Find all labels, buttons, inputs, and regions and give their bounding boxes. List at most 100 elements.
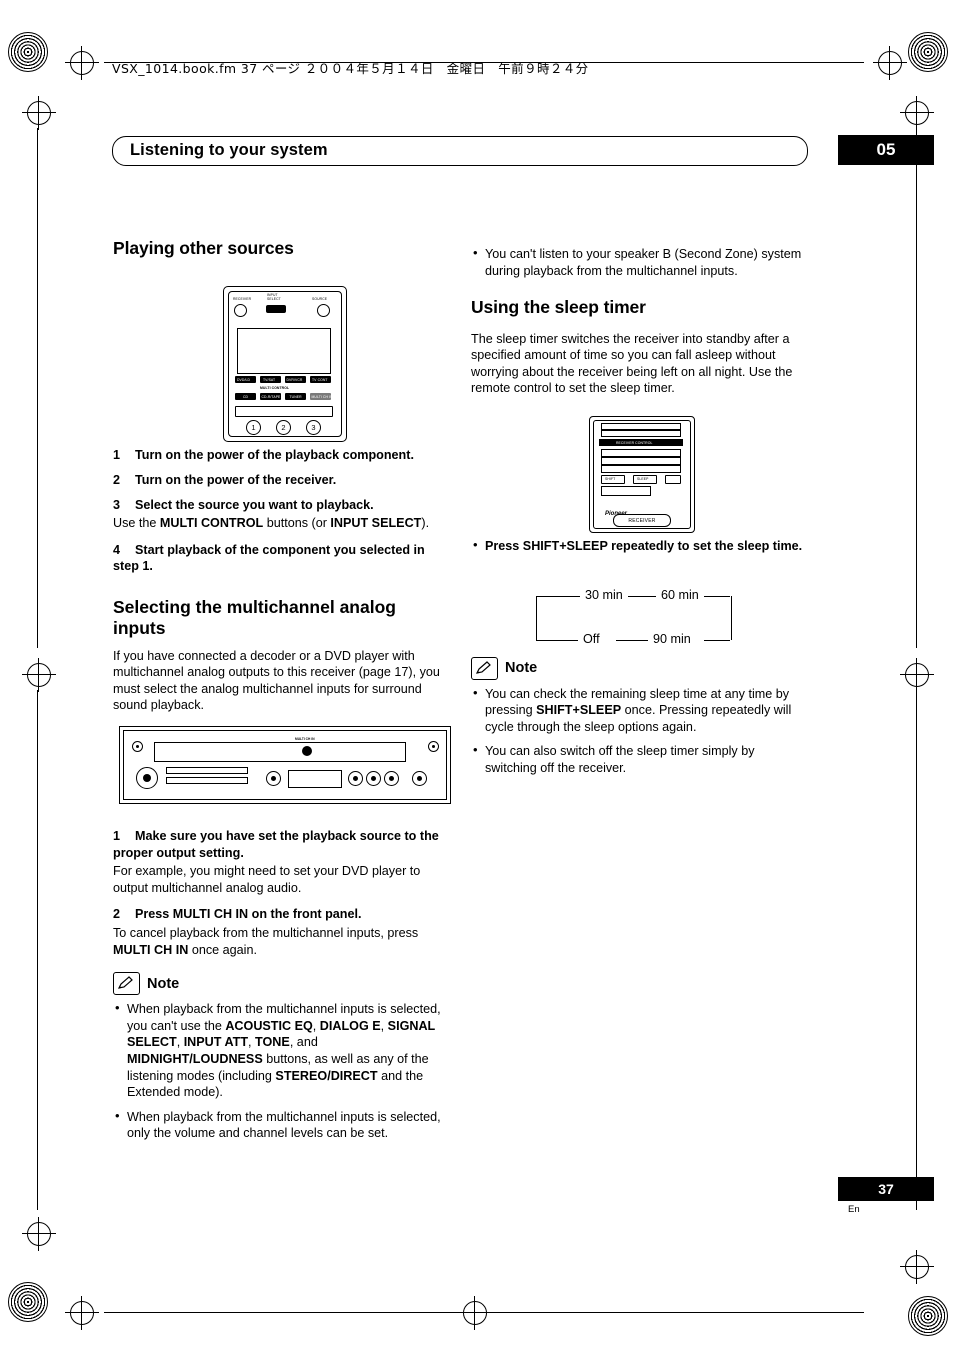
note-item: When playback from the multichannel inpu… [113, 1108, 449, 1142]
chapter-number-badge: 05 [838, 135, 934, 165]
shift-sleep-label: SHIFT+SLEEP [536, 703, 622, 718]
panel-small-row-a [166, 767, 248, 774]
remote-label-tv-cont: TV CONT [312, 377, 328, 382]
sep: , [176, 1035, 184, 1050]
acoustic-eq-label: ACOUSTIC EQ [225, 1018, 313, 1033]
remote-label-receiver: RECEIVER [233, 297, 252, 301]
receiver-oval-label: RECEIVER [628, 517, 656, 524]
tone-label: TONE [255, 1035, 290, 1050]
sep: , [312, 1018, 320, 1033]
sleep-diagram-top-line-right [702, 596, 730, 597]
panel-jack-3 [384, 771, 399, 786]
registration-mark-bottom-center [458, 1296, 492, 1330]
pencil-glyph [476, 660, 491, 674]
sleep-option-60min: 60 min [656, 588, 704, 602]
multi-control-label: MULTI CONTROL [159, 516, 264, 531]
remote-bottom-bar [235, 406, 333, 417]
step-3-playing: 3 Select the source you want to playback. [113, 497, 449, 514]
sleep-diagram-bottom-line-mid [616, 640, 650, 641]
remote-power-button[interactable] [234, 304, 247, 317]
remote2-label-receiver-control: RECEIVER CONTROL [616, 440, 653, 445]
bullet-text: Press SHIFT+SLEEP repeatedly to set the … [485, 538, 803, 553]
dialog-e-label: DIALOG E [319, 1018, 381, 1033]
sleep-option-off: Off [578, 632, 605, 646]
step-2-multich-substep: To cancel playback from the multichannel… [113, 925, 449, 958]
midnight-loudness-label: MIDNIGHT/LOUDNESS [127, 1051, 263, 1066]
note-header-right: Note [471, 656, 807, 680]
panel-button-group [288, 770, 342, 788]
heading-playing-other-sources: Playing other sources [113, 238, 294, 258]
panel-volume-knob[interactable] [136, 767, 158, 789]
halftone-mark-bottom-left [8, 1282, 48, 1322]
panel-display [154, 742, 406, 762]
panel-jack-2 [366, 771, 381, 786]
step-4-playing: 4 Start playback of the component you sel… [113, 542, 449, 575]
note-label: Note [505, 660, 538, 676]
paragraph-sleep-timer: The sleep timer switches the receiver in… [471, 331, 793, 396]
registration-mark-top-corner [22, 96, 56, 130]
file-info-text: VSX_1014.book.fm 37 ページ ２００４年５月１４日 金曜日 午… [112, 61, 589, 76]
remote-label-multi-control: MULTI CONTROL [260, 386, 290, 390]
callout-text: 2 [281, 423, 286, 432]
sep: , [248, 1035, 256, 1050]
remote-source-button[interactable] [317, 304, 330, 317]
remote-label-source: SOURCE [312, 297, 328, 301]
crop-line-right [916, 128, 917, 648]
note-item: You can check the remaining sleep time a… [471, 685, 807, 736]
remote2-lower-bar [601, 486, 651, 496]
crop-line-left [37, 128, 38, 648]
substep-post: ). [421, 516, 430, 531]
registration-mark-mid-right [900, 658, 934, 692]
step-text: Make sure you have set the playback sour… [113, 828, 439, 860]
remote-control-illustration-sleep: RECEIVER CONTROL SHIFT SLEEP Pioneer REC… [589, 416, 695, 533]
bullet-list-top-right: You can't listen to your speaker B (Seco… [471, 245, 807, 279]
panel-label-multi-ch-in: MULTI CH IN [295, 737, 315, 741]
remote2-top-button-row [601, 423, 681, 430]
sleep-timer-diagram: 30 min 60 min Off 90 min [524, 586, 742, 648]
step-2-playing: 2 Turn on the power of the receiver. [113, 472, 449, 489]
step-1-multich: 1 Make sure you have set the playback sou… [113, 828, 449, 861]
page-number-badge: 37 [838, 1177, 934, 1201]
registration-mark-mid-left [22, 658, 56, 692]
pencil-glyph [118, 976, 133, 989]
sep: , [380, 1018, 388, 1033]
crop-line-bottom [104, 1312, 864, 1313]
substep-post: once again. [188, 942, 257, 957]
remote-input-select-button[interactable] [266, 305, 286, 313]
sleep-diagram-bottom-line-right [704, 640, 730, 641]
substep-pre: To cancel playback from the multichannel… [113, 925, 419, 940]
remote2-keypad-row-2 [601, 457, 681, 465]
step-1-playing: 1 Turn on the power of the playback compo… [113, 447, 449, 464]
file-info-line: VSX_1014.book.fm 37 ページ ２００４年５月１４日 金曜日 午… [112, 58, 589, 77]
panel-jack-1 [348, 771, 363, 786]
panel-knob-left [132, 741, 143, 752]
receiver-mode-oval: RECEIVER [613, 514, 671, 527]
step-number: 1 [113, 828, 121, 843]
panel-knob-right [428, 741, 439, 752]
step-2-multich: 2 Press MULTI CH IN on the front panel. [113, 906, 449, 923]
step-text: Press MULTI CH IN on the front panel. [135, 907, 362, 922]
halftone-mark-bottom-right [908, 1296, 948, 1336]
step-number: 3 [113, 497, 121, 512]
crop-line-left-2 [37, 690, 38, 1210]
registration-mark-lower-left [22, 1217, 56, 1251]
remote2-top-button-row-2 [601, 430, 681, 437]
panel-selector-knob[interactable] [266, 771, 281, 786]
pencil-icon [471, 656, 498, 680]
step-text: Select the source you want to playback. [135, 497, 374, 512]
panel-multi-ch-in-button[interactable] [302, 746, 312, 756]
remote-label-dvr-vcr: DVR/VCR [286, 377, 303, 382]
remote-label-multi-ch-in: MULTI CH IN [311, 394, 333, 399]
note-header-left: Note [113, 972, 449, 996]
multi-ch-in-label: MULTI CH IN [113, 942, 189, 957]
halftone-mark-top-right [908, 32, 948, 72]
remote-label-tuner: TUNER [289, 394, 302, 399]
sleep-option-30min: 30 min [580, 588, 628, 602]
remote2-extra-button[interactable] [665, 475, 681, 484]
panel-small-row-b [166, 777, 248, 784]
input-att-label: INPUT ATT [183, 1035, 249, 1050]
registration-mark-top-right [873, 46, 907, 80]
remote-control-illustration-top: RECEIVER INPUT SELECT SOURCE DVD/LD TV/S… [223, 286, 347, 442]
callout-text: 3 [311, 423, 316, 432]
step-1-multich-substep: For example, you might need to set your … [113, 864, 421, 895]
